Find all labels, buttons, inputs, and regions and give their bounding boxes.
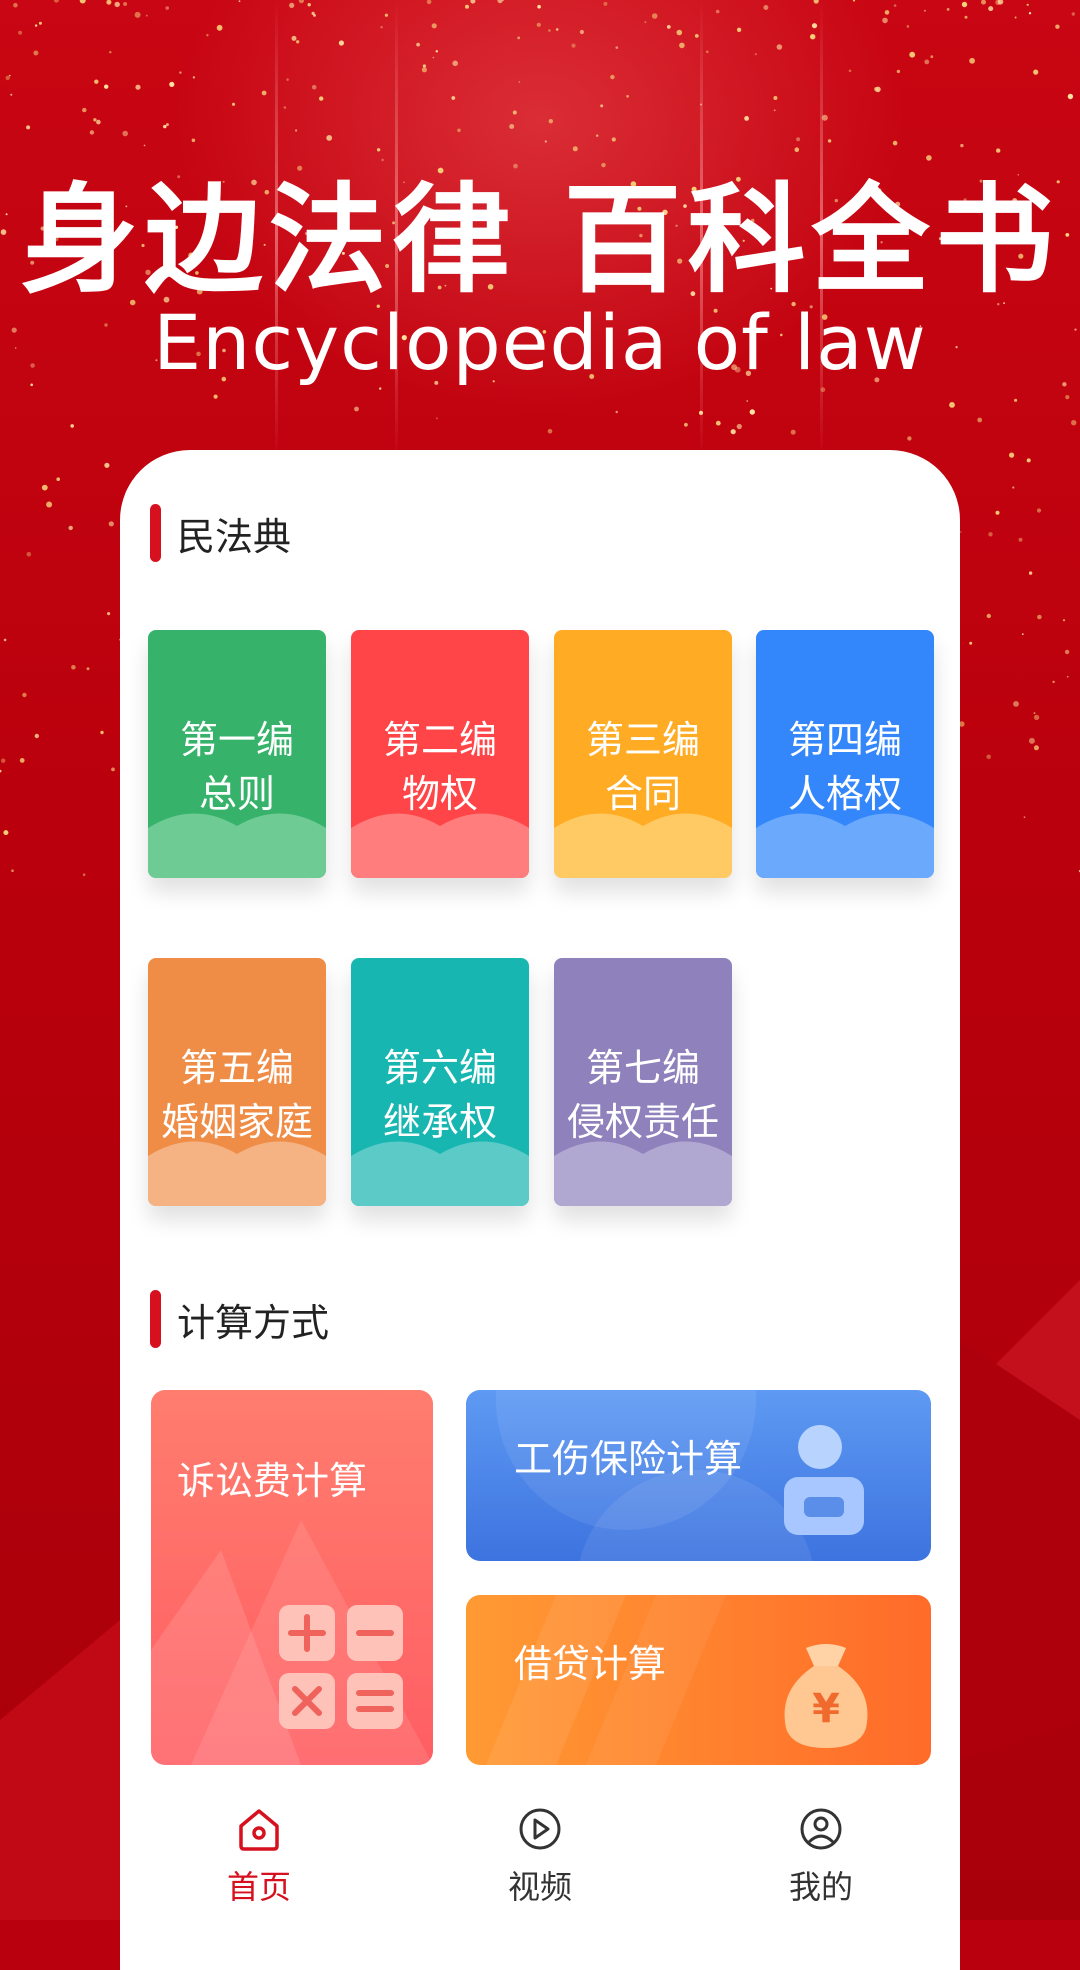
injured-worker-icon xyxy=(784,1425,864,1535)
section-title: 计算方式 xyxy=(177,1300,330,1345)
content-card: 民法典 第一编 总则 第二编 物权 第三编 合同 第四编 人格权 第五编 婚姻家… xyxy=(120,450,960,1970)
book-title: 合同 xyxy=(604,772,681,816)
book-volume: 第六编 xyxy=(382,1046,497,1090)
book-title: 婚姻家庭 xyxy=(160,1100,313,1144)
money-bag-icon: ¥ xyxy=(784,1644,868,1748)
section-header-calculators: 计算方式 xyxy=(150,1289,329,1349)
book-title: 总则 xyxy=(198,772,275,816)
nav-item-home[interactable]: 首页 xyxy=(159,1790,359,1908)
nav-label: 我的 xyxy=(788,1868,853,1906)
book-volume: 第四编 xyxy=(787,718,902,762)
book-volume: 第二编 xyxy=(382,718,497,762)
calculator-label: 借贷计算 xyxy=(514,1642,667,1686)
book-title: 侵权责任 xyxy=(566,1100,719,1144)
nav-item-video[interactable]: 视频 xyxy=(440,1790,640,1908)
calculator-label: 诉讼费计算 xyxy=(177,1459,368,1503)
section-header-civil-code: 民法典 xyxy=(150,503,291,563)
nav-label: 首页 xyxy=(226,1868,291,1906)
book-card-7[interactable]: 第七编 侵权责任 xyxy=(554,958,732,1206)
book-title: 人格权 xyxy=(787,772,902,816)
book-card-3[interactable]: 第三编 合同 xyxy=(554,630,732,878)
book-volume: 第五编 xyxy=(179,1046,294,1090)
book-card-4[interactable]: 第四编 人格权 xyxy=(756,630,934,878)
book-card-6[interactable]: 第六编 继承权 xyxy=(351,958,529,1206)
book-volume: 第七编 xyxy=(585,1046,700,1090)
calculator-icon xyxy=(279,1605,403,1729)
litigation-fee-calculator-button[interactable]: 诉讼费计算 xyxy=(151,1390,433,1765)
book-card-1[interactable]: 第一编 总则 xyxy=(148,630,326,878)
home-icon xyxy=(239,1809,279,1851)
svg-text:¥: ¥ xyxy=(812,1686,840,1732)
nav-label: 视频 xyxy=(507,1868,572,1906)
book-title: 继承权 xyxy=(382,1100,497,1144)
nav-item-profile[interactable]: 我的 xyxy=(721,1790,921,1908)
book-volume: 第三编 xyxy=(585,718,700,762)
hero-title: 身边法律 百科全书 xyxy=(20,171,1060,309)
bottom-navigation: 首页 视频 我的 xyxy=(120,1790,960,1920)
section-marker xyxy=(150,504,161,562)
book-volume: 第一编 xyxy=(179,718,294,762)
book-card-2[interactable]: 第二编 物权 xyxy=(351,630,529,878)
book-card-5[interactable]: 第五编 婚姻家庭 xyxy=(148,958,326,1206)
book-title: 物权 xyxy=(401,772,478,816)
video-play-icon xyxy=(519,1808,561,1850)
calculator-label: 工伤保险计算 xyxy=(514,1437,743,1481)
work-injury-calculator-button[interactable]: 工伤保险计算 xyxy=(466,1390,931,1561)
hero-subtitle: Encyclopedia of law xyxy=(153,298,927,387)
loan-calculator-button[interactable]: 借贷计算 ¥ xyxy=(466,1595,931,1765)
user-profile-icon xyxy=(800,1808,842,1850)
section-marker xyxy=(150,1290,161,1348)
section-title: 民法典 xyxy=(177,514,292,559)
